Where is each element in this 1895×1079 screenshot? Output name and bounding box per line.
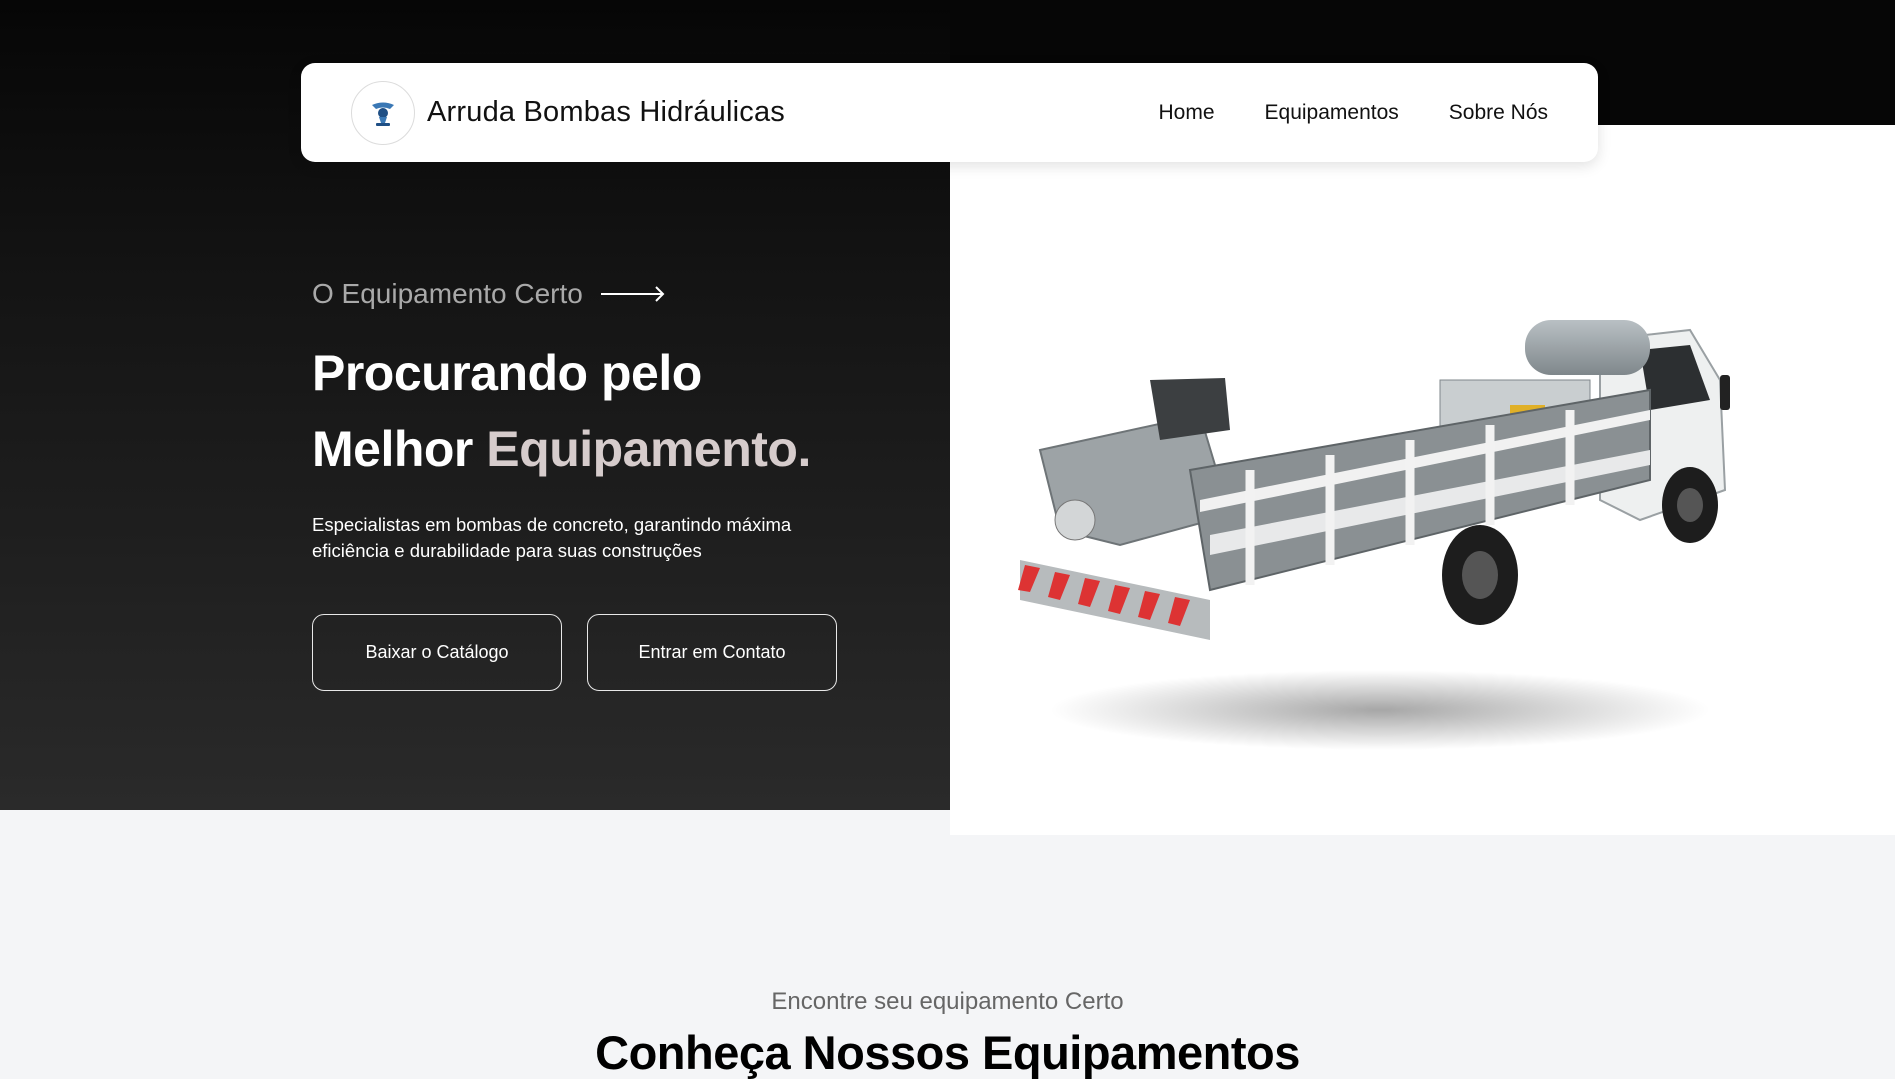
arrow-right-icon — [600, 286, 665, 302]
pump-logo-icon[interactable] — [351, 80, 415, 145]
contact-button[interactable]: Entrar em Contato — [587, 614, 837, 691]
headline-line-2: Melhor — [312, 421, 487, 477]
hero-subtext: Especialistas em bombas de concreto, gar… — [312, 514, 792, 561]
navbar: Arruda Bombas Hidráulicas Home Equipamen… — [301, 63, 1598, 162]
hero-eyebrow: O Equipamento Certo — [312, 278, 665, 310]
headline-accent: Equipamento. — [486, 421, 811, 477]
brand-name[interactable]: Arruda Bombas Hidráulicas — [427, 96, 785, 129]
equipment-section-title: Conheça Nossos Equipamentos — [595, 1026, 1300, 1079]
concrete-pump-truck-image — [1018, 320, 1730, 750]
hero-headline: Procurando pelo Melhor Equipamento. — [312, 335, 811, 487]
headline-line-1: Procurando pelo — [312, 345, 702, 401]
equipment-section-eyebrow: Encontre seu equipamento Certo — [771, 988, 1124, 1015]
nav-item-sobre-nos[interactable]: Sobre Nós — [1449, 101, 1548, 125]
nav-links: Home Equipamentos Sobre Nós — [1158, 101, 1548, 125]
hero-eyebrow-text: O Equipamento Certo — [312, 278, 583, 309]
nav-item-home[interactable]: Home — [1158, 101, 1214, 125]
download-catalog-button[interactable]: Baixar o Catálogo — [312, 614, 562, 691]
nav-item-equipamentos[interactable]: Equipamentos — [1265, 101, 1399, 125]
